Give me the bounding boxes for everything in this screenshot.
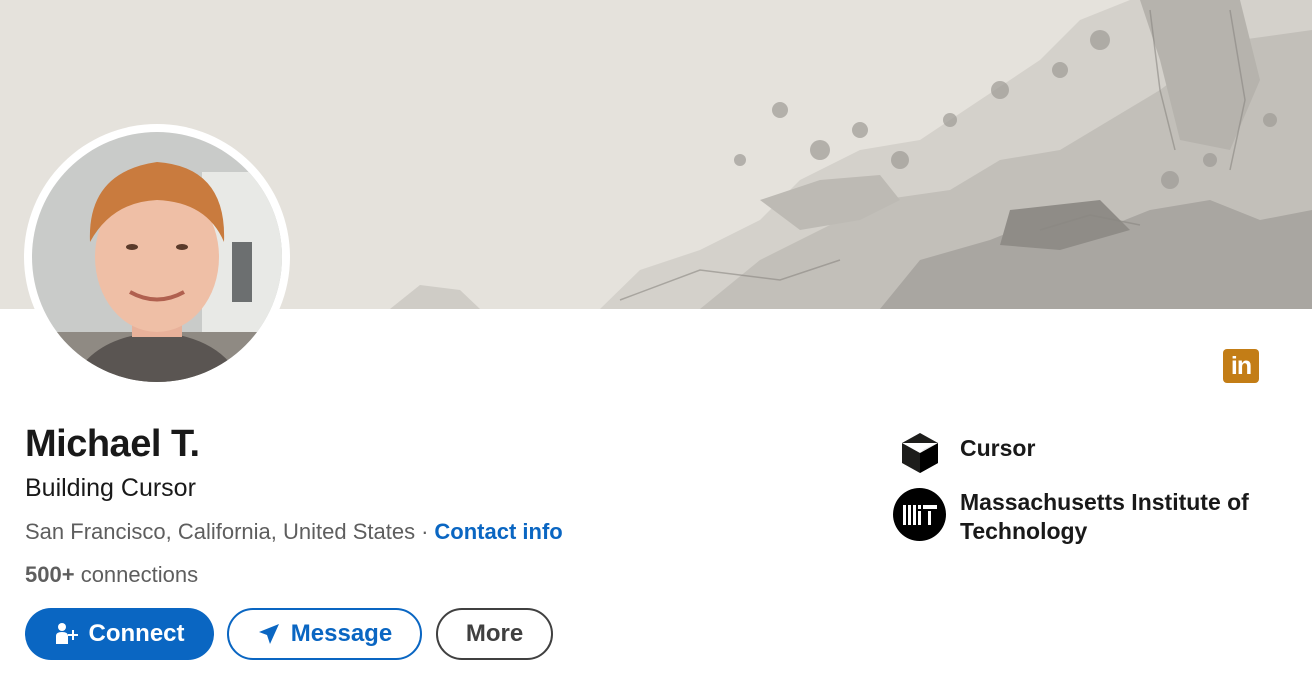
send-icon (258, 624, 279, 644)
profile-photo[interactable] (32, 132, 282, 382)
contact-info-link[interactable]: Contact info (434, 519, 562, 544)
more-button[interactable]: More (436, 608, 553, 660)
connect-button[interactable]: Connect (25, 608, 214, 660)
linkedin-badge-icon[interactable]: in (1223, 349, 1259, 383)
mit-logo-icon (893, 488, 946, 541)
connections-label: connections (80, 562, 199, 587)
profile-headline: Building Cursor (25, 474, 196, 502)
cursor-logo-icon (893, 426, 946, 479)
org-name-cursor: Cursor (960, 435, 1036, 461)
location-text: San Francisco, California, United States (25, 519, 416, 544)
org-item-cursor[interactable]: Cursor (893, 426, 1035, 479)
message-button[interactable]: Message (227, 608, 422, 660)
separator-dot: · (421, 519, 429, 544)
profile-location-line: San Francisco, California, United States… (25, 519, 563, 545)
profile-name: Michael T. (25, 423, 200, 465)
org-item-mit[interactable]: Massachusetts Institute of Technology (893, 488, 1280, 546)
connections-number: 500+ (25, 562, 75, 587)
message-label: Message (290, 620, 393, 647)
avatar-image (32, 132, 282, 382)
connect-label: Connect (88, 620, 185, 647)
add-person-icon (55, 623, 78, 644)
profile-photo-frame (24, 124, 290, 390)
connections-count[interactable]: 500+ connections (25, 562, 198, 588)
more-label: More (465, 620, 524, 647)
org-name-mit: Massachusetts Institute of Technology (960, 489, 1249, 544)
